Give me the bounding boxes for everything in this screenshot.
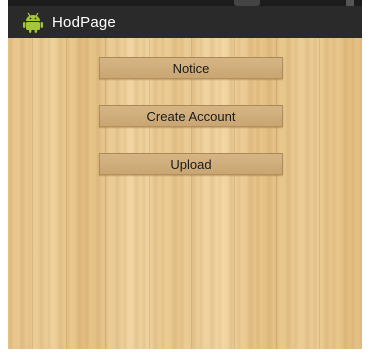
app-title: HodPage (52, 13, 116, 31)
upload-button[interactable]: Upload (99, 153, 283, 175)
notice-button[interactable]: Notice (99, 57, 283, 79)
android-icon (22, 11, 44, 33)
wood-grain (234, 38, 235, 349)
wood-grain (66, 38, 67, 349)
wood-grain (319, 38, 320, 349)
wood-background: Notice Create Account Upload (8, 38, 362, 349)
action-bar: HodPage (8, 6, 362, 38)
create-account-button[interactable]: Create Account (99, 105, 283, 127)
wood-grain (105, 38, 106, 349)
wood-grain (149, 38, 150, 349)
app-window: HodPage Notice Create Account Upload (8, 0, 362, 349)
wood-grain (276, 38, 277, 349)
wood-grain (32, 38, 33, 349)
wood-grain (191, 38, 192, 349)
